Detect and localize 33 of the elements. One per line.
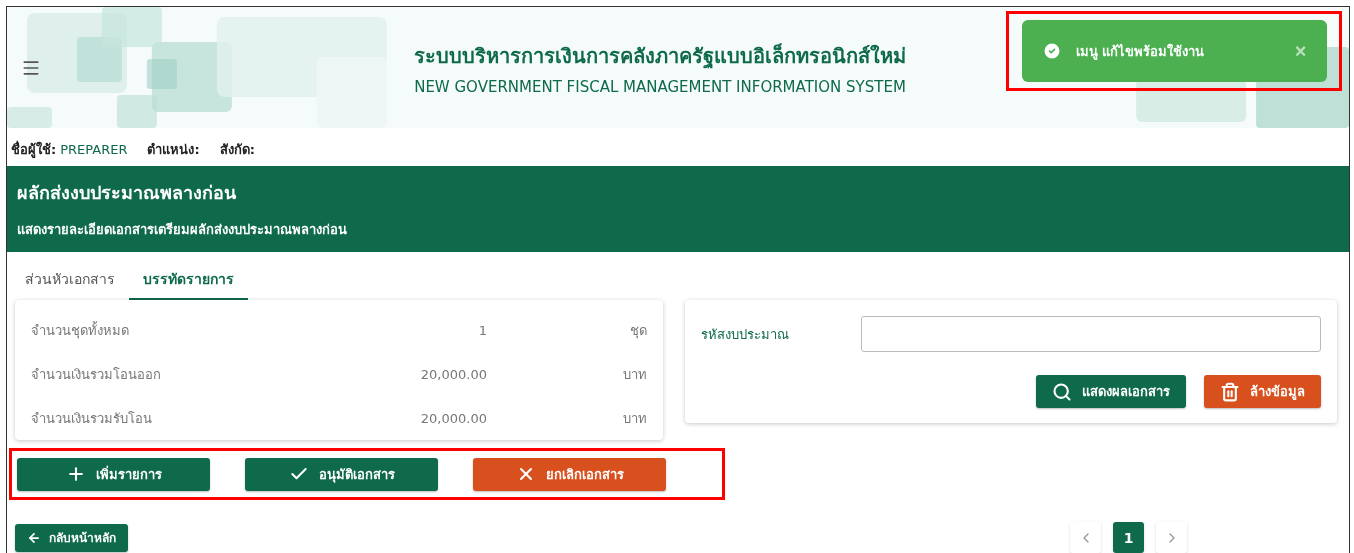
page-subtitle: แสดงรายละเอียดเอกสารเตรียมผลักส่งงบประมาณพลางก่อน xyxy=(17,221,348,239)
system-title: ระบบบริหารการเงินการคลังภาครัฐแบบอิเล็กทรอนิกส์ใหม่ xyxy=(414,42,906,71)
summary-value: 20,000.00 xyxy=(419,366,487,382)
summary-value: 20,000.00 xyxy=(419,410,487,426)
search-icon xyxy=(1052,381,1072,402)
summary-unit: บาท xyxy=(622,365,647,384)
tab[interactable]: ส่วนหัวเอกสาร xyxy=(11,262,129,300)
cancel-document-button[interactable]: ยกเลิกเอกสาร xyxy=(473,457,666,491)
clear-button[interactable]: ล้างข้อมูล xyxy=(1204,375,1321,408)
approve-button[interactable]: อนุมัติเอกสาร xyxy=(245,457,438,491)
back-button[interactable]: กลับหน้าหลัก xyxy=(15,523,128,552)
check-circle-icon xyxy=(1041,41,1062,61)
user-info-label: ตำแหน่ง: xyxy=(147,142,200,157)
summary-value: 1 xyxy=(477,322,487,338)
user-info-label: ชื่อผู้ใช้: xyxy=(11,142,57,157)
budget-code-label: รหัสงบประมาณ xyxy=(701,325,790,344)
user-info-value: PREPARER xyxy=(60,142,128,157)
system-subtitle: NEW GOVERNMENT FISCAL MANAGEMENT INFORMATION SYSTEM xyxy=(414,77,906,96)
summary-label: จำนวนชุดทั้งหมด xyxy=(31,320,130,341)
summary-label: จำนวนเงินรวมโอนออก xyxy=(31,365,162,384)
budget-code-field[interactable] xyxy=(861,316,1321,352)
user-info-label: สังกัด: xyxy=(219,142,255,157)
next-page-button[interactable] xyxy=(1156,522,1187,553)
page-title: ผลักส่งงบประมาณพลางก่อน xyxy=(17,181,237,205)
summary-unit: ชุด xyxy=(629,321,647,341)
summary-unit: บาท xyxy=(622,409,647,428)
trash-icon xyxy=(1220,381,1240,402)
page-button[interactable]: 1 xyxy=(1113,522,1144,553)
add-item-button[interactable]: เพิ่มรายการ xyxy=(17,457,210,491)
toast-message: เมนู แก้ไขพร้อมใช้งาน xyxy=(1075,42,1206,62)
summary-label: จำนวนเงินรวมรับโอน xyxy=(31,409,153,428)
previous-page-button[interactable] xyxy=(1070,522,1101,553)
show-results-button[interactable]: แสดงผลเอกสาร xyxy=(1036,375,1186,408)
